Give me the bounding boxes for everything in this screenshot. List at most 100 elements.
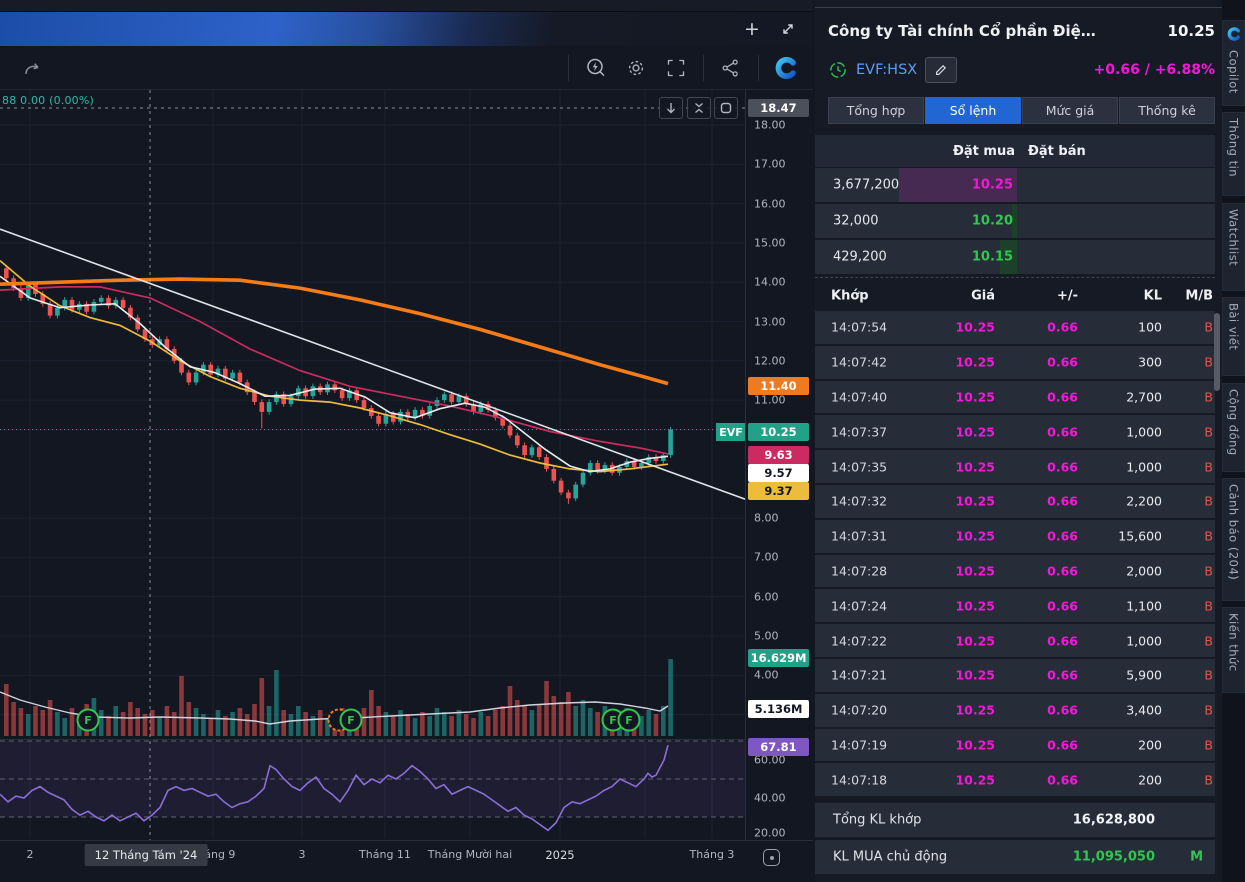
trade-side: B — [1204, 737, 1213, 752]
side-tab-watchlist[interactable]: Watchlist — [1222, 203, 1245, 291]
axis-label-1847: 18.47 — [748, 99, 809, 117]
price-tick: 11.00 — [754, 394, 786, 407]
trade-volume: 300 — [1138, 355, 1162, 370]
trade-side: B — [1204, 703, 1213, 718]
axis-label-5136M: 5.136M — [748, 700, 809, 718]
move-pane-down-button[interactable] — [659, 97, 683, 119]
trade-price: 10.25 — [955, 389, 995, 404]
axis-label-16629M: 16.629M — [748, 649, 809, 667]
trading-app: + — [0, 0, 1245, 882]
sell-column-header: Đặt bán — [1028, 144, 1086, 159]
trade-volume: 2,200 — [1126, 494, 1162, 509]
side-tab-label: Watchlist — [1227, 209, 1241, 266]
trade-price: 10.25 — [955, 355, 995, 370]
last-price: 10.25 — [1168, 22, 1215, 40]
order-book-row[interactable]: 32,00010.20 — [815, 204, 1215, 238]
trade-row: 14:07:5410.250.66100B — [815, 311, 1215, 344]
trade-time: 14:07:28 — [831, 563, 887, 578]
axis-label-1025: 10.25 — [748, 423, 809, 441]
price-tick: 6.00 — [754, 590, 779, 603]
expand-window-icon[interactable] — [777, 18, 799, 40]
trade-time: 14:07:40 — [831, 389, 887, 404]
trade-volume: 1,000 — [1126, 633, 1162, 648]
tab-sổ-lệnh[interactable]: Sổ lệnh — [925, 97, 1021, 124]
trade-side: B — [1204, 529, 1213, 544]
svg-text:F: F — [347, 714, 355, 727]
price-tick: 18.00 — [754, 119, 786, 132]
timezone-icon[interactable] — [763, 849, 780, 866]
time-tick: 2025 — [545, 848, 574, 862]
trade-row: 14:07:2410.250.661,100B — [815, 589, 1215, 622]
side-tab-c-ng-ng[interactable]: Cộng đồng — [1222, 383, 1245, 472]
trade-row: 14:07:3510.250.661,000B — [815, 450, 1215, 483]
trade-time: 14:07:42 — [831, 355, 887, 370]
c-logo[interactable] — [769, 53, 803, 83]
trade-volume: 5,900 — [1126, 668, 1162, 683]
side-tab-label: Kiến thức — [1227, 613, 1241, 672]
trade-time: 14:07:31 — [831, 529, 887, 544]
quote-panel: Công ty Tài chính Cổ phần Điệ… 10.25 EVF… — [815, 0, 1222, 882]
market-status-clock-icon — [828, 60, 848, 80]
trade-change: 0.66 — [1047, 772, 1078, 787]
trade-row: 14:07:3710.250.661,000B — [815, 415, 1215, 448]
side-tab-copilot[interactable]: Copilot — [1222, 20, 1245, 106]
trade-price: 10.25 — [955, 772, 995, 787]
tab-mức-giá[interactable]: Mức giá — [1022, 97, 1118, 124]
scrollbar-thumb[interactable] — [1214, 313, 1220, 391]
edit-symbol-button[interactable] — [925, 57, 957, 83]
trade-volume: 1,000 — [1126, 424, 1162, 439]
trade-price: 10.25 — [955, 424, 995, 439]
side-tab-b-i-vi-t[interactable]: Bài viết — [1222, 297, 1245, 376]
price-tick: 7.00 — [754, 551, 779, 564]
bid-price: 10.25 — [972, 178, 1013, 193]
trade-price: 10.25 — [955, 703, 995, 718]
trade-price: 10.25 — [955, 529, 995, 544]
price-tick: 14.00 — [754, 276, 786, 289]
price-chart[interactable]: FFFF — [0, 0, 745, 882]
svg-text:F: F — [625, 714, 633, 727]
panel-tabs: Tổng hợpSổ lệnhMức giáThống kê — [828, 97, 1215, 124]
trade-volume: 2,700 — [1126, 389, 1162, 404]
trade-time: 14:07:18 — [831, 772, 887, 787]
trade-price: 10.25 — [955, 494, 995, 509]
trade-change: 0.66 — [1047, 320, 1078, 335]
tab-tổng-hợp[interactable]: Tổng hợp — [828, 97, 924, 124]
svg-text:F: F — [84, 714, 92, 727]
trade-time: 14:07:19 — [831, 737, 887, 752]
price-tick: 13.00 — [754, 315, 786, 328]
side-tab-ki-n-th-c[interactable]: Kiến thức — [1222, 607, 1245, 693]
time-tick: 2 — [27, 848, 34, 861]
trade-side: B — [1204, 668, 1213, 683]
trade-row: 14:07:3210.250.662,200B — [815, 485, 1215, 518]
price-scale-axis[interactable]: 18.0017.0016.0015.0014.0013.0012.0011.00… — [745, 90, 813, 840]
symbol-ticker[interactable]: EVF:HSX — [856, 62, 917, 78]
trade-price: 10.25 — [955, 737, 995, 752]
price-tick: 5.00 — [754, 629, 779, 642]
side-tab-th-ng-tin[interactable]: Thông tin — [1222, 112, 1245, 196]
collapse-pane-button[interactable] — [687, 97, 711, 119]
chart-canvas[interactable]: FFFF 88 0.00 (0.00%) EVF — [0, 0, 745, 882]
trade-price: 10.25 — [955, 320, 995, 335]
trade-change: 0.66 — [1047, 598, 1078, 613]
trade-volume: 100 — [1138, 320, 1162, 335]
active-buy-label: KL MUA chủ động — [833, 850, 947, 865]
trade-side: B — [1204, 424, 1213, 439]
total-matched-label: Tổng KL khớp — [833, 813, 921, 828]
trade-side: B — [1204, 598, 1213, 613]
trade-change: 0.66 — [1047, 389, 1078, 404]
trade-volume: 2,000 — [1126, 563, 1162, 578]
bid-volume: 3,677,200 — [833, 178, 899, 193]
symbol-price-tag: EVF — [716, 423, 746, 441]
maximize-pane-button[interactable] — [714, 97, 738, 119]
trade-time: 14:07:24 — [831, 598, 887, 613]
side-tab-label: Copilot — [1227, 50, 1241, 94]
price-tick: 17.00 — [754, 158, 786, 171]
time-axis[interactable]: 2Tháng 93Tháng 11Tháng Mười hai2025Tháng… — [0, 840, 813, 882]
order-book-row[interactable]: 429,20010.15 — [815, 240, 1215, 274]
tab-thống-kê[interactable]: Thống kê — [1119, 97, 1215, 124]
side-tab-c-nh-b-o-204-[interactable]: Cảnh báo (204) — [1222, 478, 1245, 601]
trade-time: 14:07:21 — [831, 668, 887, 683]
order-book-row[interactable]: 3,677,200 10.25 — [815, 168, 1215, 202]
trade-price: 10.25 — [955, 459, 995, 474]
trade-volume: 1,100 — [1126, 598, 1162, 613]
